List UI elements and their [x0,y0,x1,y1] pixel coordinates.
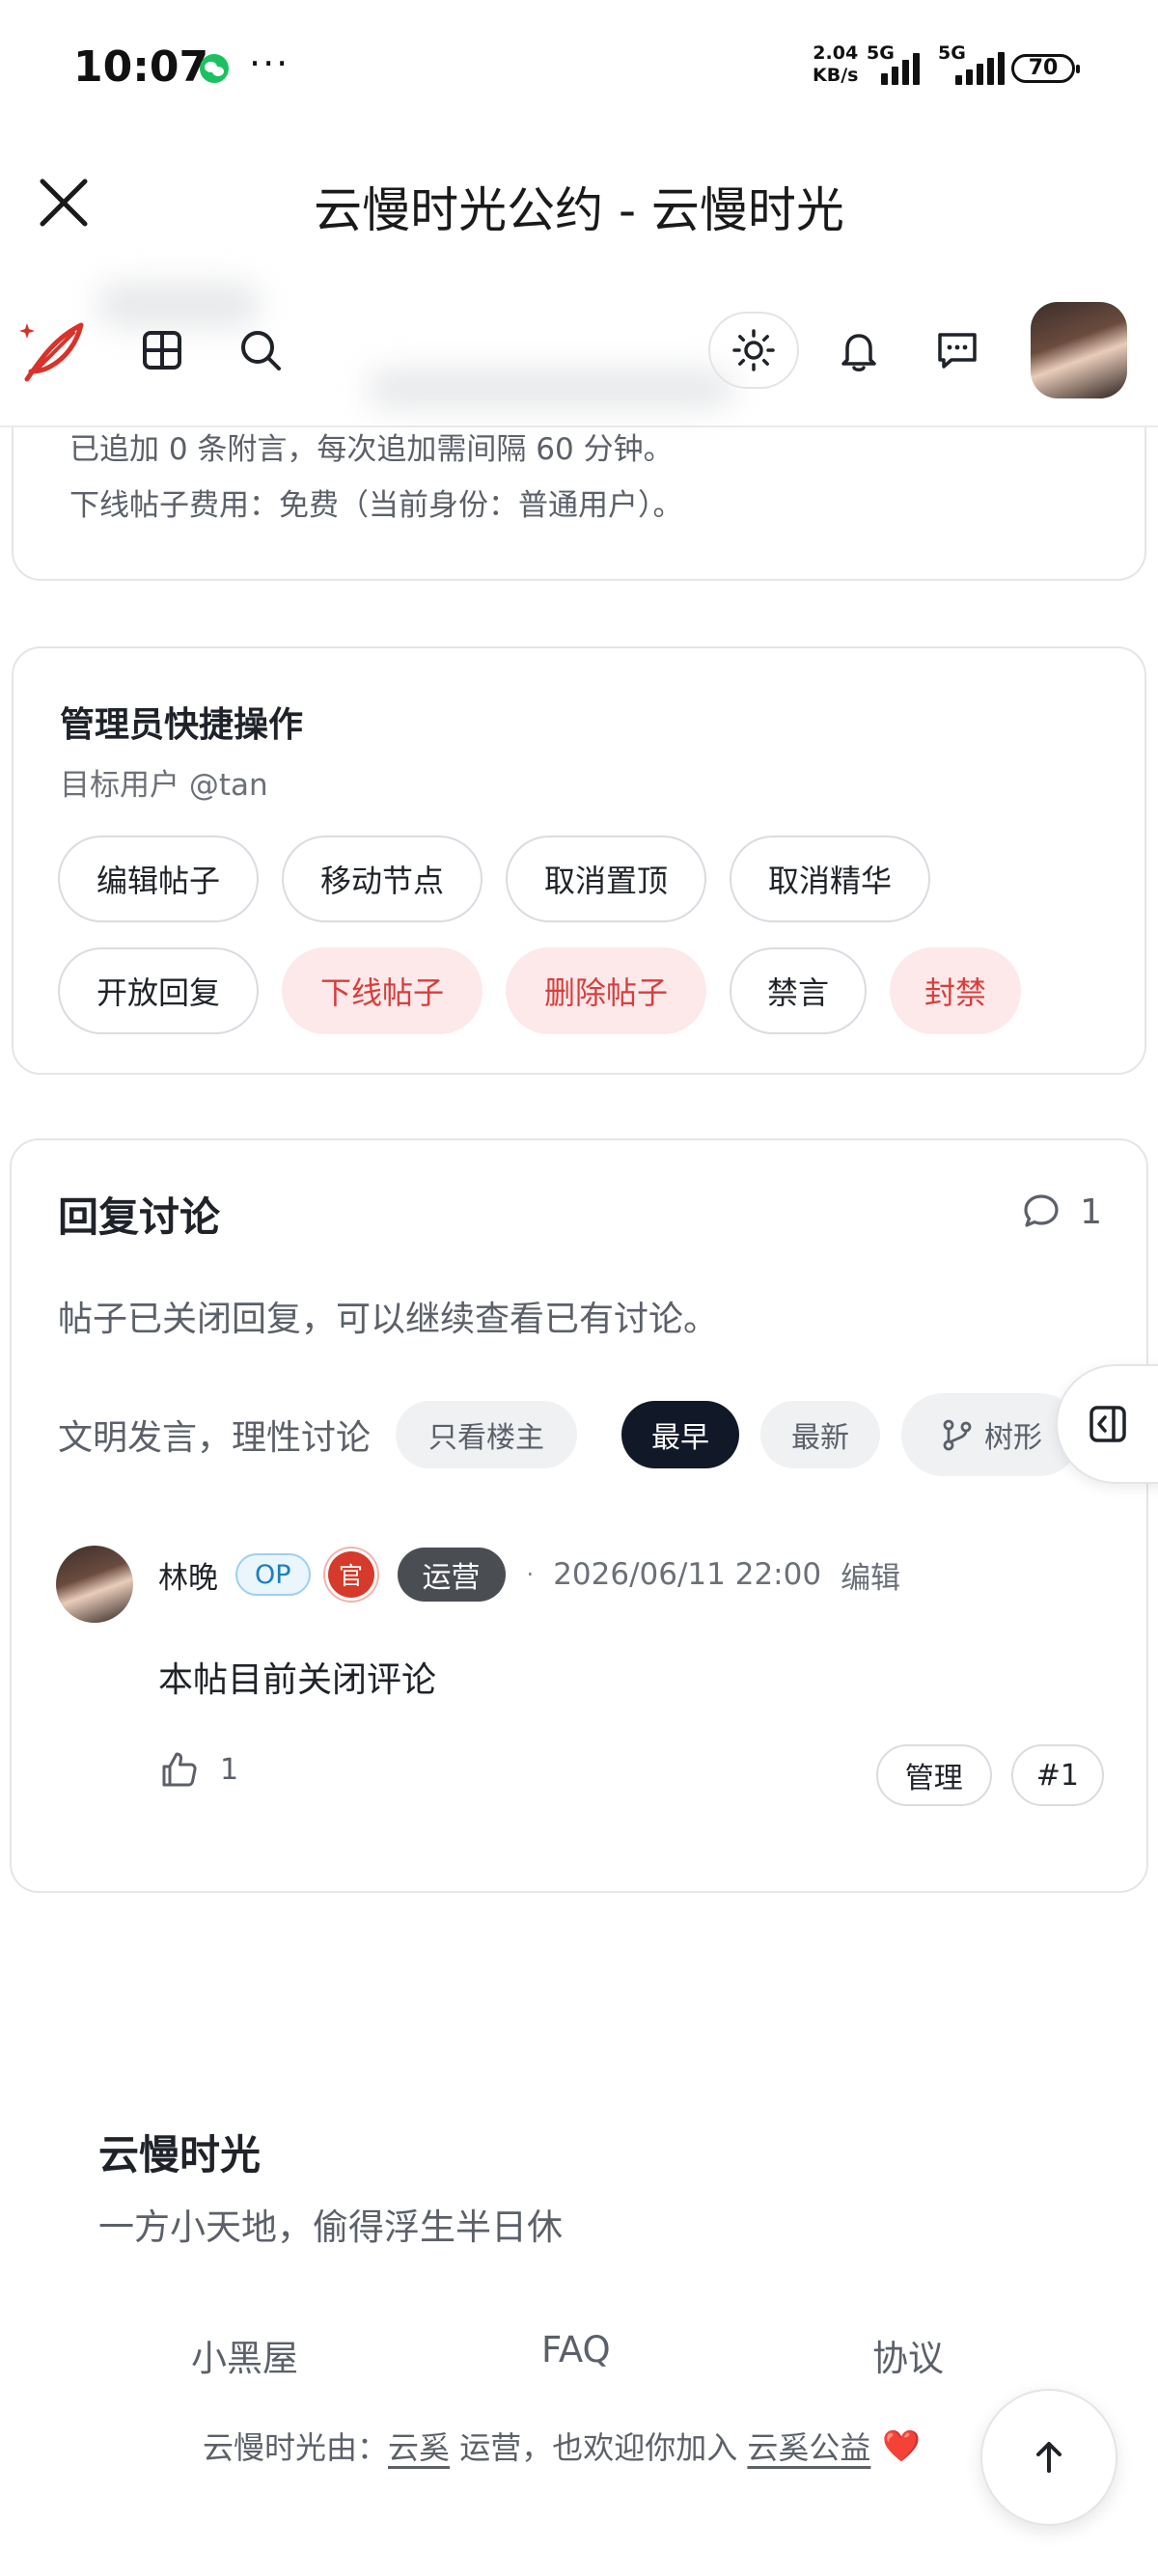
notifications-button[interactable] [834,325,884,375]
site-navbar [0,273,1158,427]
sun-icon [732,329,775,371]
unpin-button[interactable]: 取消置顶 [506,836,706,922]
comment-avatar[interactable] [56,1546,133,1623]
heart-icon: ❤️ [882,2427,922,2464]
battery-icon: 70 [1011,54,1080,83]
replies-closed-note: 帖子已关闭回复，可以继续查看已有讨论。 [58,1300,719,1339]
signal-icon [881,50,920,85]
official-badge: 官 [327,1551,374,1598]
view-tree[interactable]: 树形 [901,1393,1082,1476]
credit-middle: 运营，也欢迎你加入 [450,2429,748,2466]
manage-comment-button[interactable]: 管理 [875,1744,992,1806]
sort-newest[interactable]: 最新 [760,1401,881,1468]
sidebar-toggle-icon [1089,1406,1126,1442]
blurred-region [96,283,261,327]
replies-title: 回复讨论 [58,1193,221,1241]
like-button[interactable]: 1 [158,1748,238,1791]
more-notifications-icon: ··· [249,42,290,85]
signal-icon-2 [955,50,1005,85]
civility-note: 文明发言，理性讨论 [58,1418,372,1458]
target-user: 目标用户 @tan [60,768,268,803]
footer-link-agreement[interactable]: 协议 [872,2329,944,2381]
open-replies-button[interactable]: 开放回复 [58,947,259,1034]
admin-action-list: 编辑帖子 移动节点 取消置顶 取消精华 开放回复 下线帖子 删除帖子 禁言 封禁 [58,836,1081,1034]
admin-actions-card: 管理员快捷操作 目标用户 @tan 编辑帖子 移动节点 取消置顶 取消精华 开放… [12,646,1146,1075]
remove-featured-button[interactable]: 取消精华 [730,836,930,922]
footer-credit: 云慢时光由： 云奚 运营，也欢迎你加入 云奚公益 ❤️ [203,2424,921,2468]
ban-button[interactable]: 封禁 [890,947,1021,1034]
replies-card: 回复讨论 1 帖子已关闭回复，可以继续查看已有讨论。 文明发言，理性讨论 只看楼… [10,1138,1148,1893]
op-badge: OP [235,1553,311,1596]
search-button[interactable] [235,325,286,375]
like-count: 1 [220,1752,239,1787]
reply-count-value: 1 [1080,1192,1102,1232]
view-tree-label: 树形 [984,1421,1043,1455]
footer-slogan: 一方小天地，偷得浮生半日休 [98,2206,563,2248]
back-to-top-button[interactable] [980,2389,1117,2526]
footer-link-blackroom[interactable]: 小黑屋 [191,2329,298,2381]
floor-number[interactable]: #1 [1010,1744,1104,1806]
meta-separator: · [526,1561,535,1588]
comment-actions: 管理 #1 [875,1744,1104,1806]
comment-author[interactable]: 林晚 [158,1553,218,1597]
feather-logo-icon [19,322,84,382]
comment-body: 本帖目前关闭评论 [158,1660,437,1700]
messages-button[interactable] [932,325,982,375]
bell-icon [841,334,876,371]
network-speed: 2.04 KB/s [813,42,858,87]
reply-count: 1 [1020,1191,1102,1233]
message-icon [938,333,977,369]
edit-post-button[interactable]: 编辑帖子 [58,836,259,922]
sort-oldest[interactable]: 最早 [621,1401,740,1468]
user-avatar[interactable] [1031,302,1127,398]
branch-icon [943,1419,972,1451]
reply-filter-bar: 文明发言，理性讨论 只看楼主 最早 最新 树形 [58,1393,1082,1476]
status-bar: 10:07 ··· 2.04 KB/s 5G 5G 70 [0,0,1158,135]
mute-button[interactable]: 禁言 [730,947,867,1034]
credit-prefix: 云慢时光由： [203,2429,389,2466]
delete-post-button[interactable]: 删除帖子 [506,947,706,1034]
comment-icon [1024,1194,1059,1227]
wechat-icon [200,54,229,83]
footer-link-faq[interactable]: FAQ [541,2329,611,2370]
arrow-up-icon [1036,2442,1062,2473]
move-node-button[interactable]: 移动节点 [282,836,482,922]
grid-button[interactable] [137,325,187,375]
status-time: 10:07 [73,42,209,92]
addendum-info: 已追加 0 条附言，每次追加需间隔 60 分钟。 [69,432,674,467]
grid-icon [143,331,181,370]
filter-op-only[interactable]: 只看楼主 [396,1401,578,1468]
thumbs-up-icon [162,1752,197,1787]
credit-org-link[interactable]: 云奚 [388,2424,450,2468]
blurred-region [367,370,733,408]
page-title: 云慢时光公约 - 云慢时光 [314,182,844,238]
network-speed-unit: KB/s [813,65,859,86]
offline-fee-info: 下线帖子费用：免费（当前身份：普通用户）。 [69,488,683,523]
comment-time: 2026/06/11 22:00 [553,1557,822,1592]
theme-toggle-button[interactable] [708,312,799,389]
credit-charity-link[interactable]: 云奚公益 [747,2424,870,2468]
comment-meta: 林晚 OP 官 运营 · 2026/06/11 22:00 编辑 [158,1548,900,1602]
edit-comment-link[interactable]: 编辑 [841,1553,900,1597]
footer-brand: 云慢时光 [98,2131,262,2179]
admin-card-title: 管理员快捷操作 [60,705,304,745]
title-bar: 云慢时光公约 - 云慢时光 [0,135,1158,270]
role-badge: 运营 [397,1548,506,1602]
network-speed-value: 2.04 [813,42,859,64]
site-logo[interactable] [14,312,91,389]
search-icon [241,331,281,370]
take-offline-button[interactable]: 下线帖子 [282,947,482,1034]
